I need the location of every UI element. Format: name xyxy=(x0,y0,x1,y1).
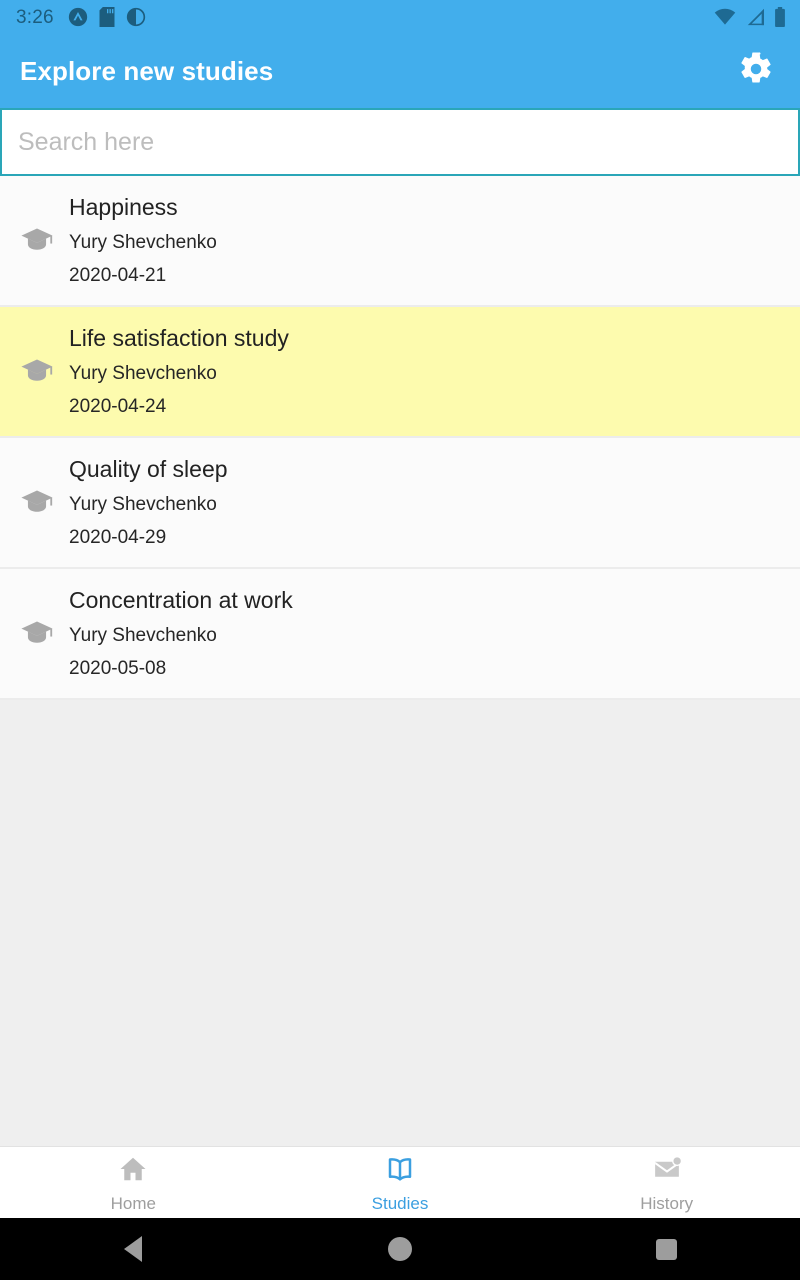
graduation-cap-icon xyxy=(18,484,56,522)
search-bar[interactable] xyxy=(0,108,800,176)
study-title: Concentration at work xyxy=(69,587,293,613)
battery-icon xyxy=(774,7,786,27)
empty-list-area xyxy=(0,700,800,1146)
graduation-cap-icon xyxy=(18,615,56,653)
nav-item-studies[interactable]: Studies xyxy=(267,1147,534,1218)
nav-label-studies: Studies xyxy=(371,1193,429,1213)
nav-label-home: Home xyxy=(110,1193,157,1213)
back-triangle-icon xyxy=(124,1236,143,1262)
page-title: Explore new studies xyxy=(20,56,274,86)
app-root: 3:26 Explore new studies Search here Hap… xyxy=(0,0,800,1280)
bottom-navigation: Home Studies History xyxy=(0,1146,800,1218)
cellular-signal-icon xyxy=(745,8,765,26)
nav-item-history[interactable]: History xyxy=(533,1147,800,1218)
study-title: Happiness xyxy=(69,194,178,220)
home-button[interactable] xyxy=(267,1237,534,1261)
home-circle-icon xyxy=(388,1237,412,1261)
graduation-cap-icon xyxy=(18,222,56,260)
back-button[interactable] xyxy=(0,1236,267,1262)
status-bar-notification-icons xyxy=(68,7,146,27)
android-system-navigation xyxy=(0,1218,800,1280)
study-author: Yury Shevchenko xyxy=(69,232,217,253)
study-row-texts: Concentration at work Yury Shevchenko 2020… xyxy=(69,587,293,679)
recents-square-icon xyxy=(656,1238,678,1260)
study-date: 2020-05-08 xyxy=(69,658,167,679)
app-bar: Explore new studies xyxy=(0,34,800,108)
study-date: 2020-04-24 xyxy=(69,396,167,417)
study-title: Life satisfaction study xyxy=(69,325,289,351)
status-time: 3:26 xyxy=(16,6,54,28)
study-row[interactable]: Life satisfaction study Yury Shevchenko 20… xyxy=(0,307,800,438)
book-icon xyxy=(385,1154,415,1189)
study-date: 2020-04-21 xyxy=(69,265,167,286)
nav-label-history: History xyxy=(640,1193,694,1213)
studies-list: Happiness Yury Shevchenko 2020-04-21 Life … xyxy=(0,176,800,700)
study-row-texts: Happiness Yury Shevchenko 2020-04-21 xyxy=(69,194,217,286)
study-row-texts: Life satisfaction study Yury Shevchenko 20… xyxy=(69,325,289,417)
notification-circle-icon xyxy=(68,7,88,27)
status-bar-system-icons xyxy=(714,7,786,27)
settings-button[interactable] xyxy=(734,49,778,93)
study-row-texts: Quality of sleep Yury Shevchenko 2020-04-2… xyxy=(69,456,228,548)
study-title: Quality of sleep xyxy=(69,456,228,482)
gear-icon xyxy=(738,51,774,92)
study-row[interactable]: Quality of sleep Yury Shevchenko 2020-04-2… xyxy=(0,438,800,569)
study-author: Yury Shevchenko xyxy=(69,625,217,646)
study-author: Yury Shevchenko xyxy=(69,363,217,384)
envelope-icon xyxy=(652,1154,682,1189)
study-row[interactable]: Happiness Yury Shevchenko 2020-04-21 xyxy=(0,176,800,307)
wifi-icon xyxy=(714,8,736,26)
study-author: Yury Shevchenko xyxy=(69,494,217,515)
status-bar: 3:26 xyxy=(0,0,800,34)
home-icon xyxy=(118,1154,148,1189)
study-date: 2020-04-29 xyxy=(69,527,167,548)
recents-button[interactable] xyxy=(533,1238,800,1260)
nav-item-home[interactable]: Home xyxy=(0,1147,267,1218)
sd-card-icon xyxy=(99,7,115,27)
graduation-cap-icon xyxy=(18,353,56,391)
study-row[interactable]: Concentration at work Yury Shevchenko 2020… xyxy=(0,569,800,700)
search-input[interactable] xyxy=(2,110,798,174)
brightness-half-icon xyxy=(126,7,146,27)
